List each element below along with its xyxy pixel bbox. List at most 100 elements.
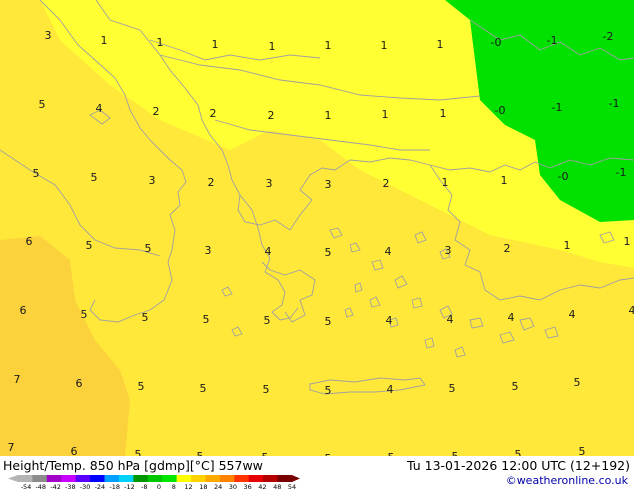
value-label: 3 — [149, 174, 156, 187]
value-label: 5 — [579, 445, 586, 456]
value-label: 6 — [71, 445, 78, 456]
footer-bar: Height/Temp. 850 hPa [gdmp][°C] 557ww Tu… — [0, 456, 634, 490]
value-label: 4 — [96, 102, 103, 115]
scale-tick-label: 48 — [273, 483, 281, 490]
value-label: 3 — [205, 244, 212, 257]
value-label: 2 — [383, 177, 390, 190]
value-label: 5 — [515, 448, 522, 456]
scale-swatch — [219, 475, 235, 482]
value-label: 2 — [268, 109, 275, 122]
value-label: 1 — [325, 109, 332, 122]
value-label: 1 — [564, 239, 571, 252]
scale-tick-labels: -54 -48 -42 -38 -30 -24 -18 -12 -8 0 8 12 18 24 30 36 42… — [21, 483, 296, 490]
weather-map: 3 1 1 1 1 1 1 1 -0 -1 -2 5 4 2 2 2 1 1 1 -0 -1 -1 5 5 3 2 3 3 2 1 1 -0 -… — [0, 0, 634, 456]
value-label: 1 — [437, 38, 444, 51]
value-label: -2 — [603, 30, 614, 43]
scale-swatches — [8, 475, 300, 482]
value-label: 1 — [381, 39, 388, 52]
value-label: 1 — [624, 235, 631, 248]
scale-tick-label: -30 — [80, 483, 91, 490]
value-label: 4 — [508, 311, 515, 324]
value-label: -1 — [552, 101, 563, 114]
value-label: 5 — [325, 384, 332, 397]
value-label: 5 — [264, 314, 271, 327]
scale-swatch — [18, 475, 33, 482]
map-title: Height/Temp. 850 hPa [gdmp][°C] 557ww — [3, 458, 263, 473]
value-label: 5 — [263, 383, 270, 396]
value-label: 4 — [629, 304, 634, 317]
scale-tick-label: -18 — [109, 483, 120, 490]
value-label: -1 — [609, 97, 620, 110]
value-label: 5 — [39, 98, 46, 111]
value-label: 1 — [101, 34, 108, 47]
scale-swatch — [46, 475, 62, 482]
scale-swatch — [248, 475, 264, 482]
scale-tick-label: -38 — [65, 483, 76, 490]
value-label: -1 — [616, 166, 627, 179]
value-label: 4 — [447, 313, 454, 326]
value-label: 4 — [569, 308, 576, 321]
scale-swatch — [234, 475, 250, 482]
value-label: 1 — [325, 39, 332, 52]
scale-swatch — [277, 475, 293, 482]
value-label: 2 — [208, 176, 215, 189]
value-label: 1 — [382, 108, 389, 121]
value-label: 7 — [8, 441, 15, 454]
scale-tick-label: -54 — [21, 483, 32, 490]
value-label: 6 — [76, 377, 83, 390]
color-scale-bar: -54 -48 -42 -38 -30 -24 -18 -12 -8 0 8 12 18 24 30 36 42… — [8, 475, 300, 490]
scale-tick-label: 54 — [288, 483, 296, 490]
scale-tick-label: -24 — [95, 483, 106, 490]
scale-tick-label: 0 — [157, 483, 161, 490]
value-label: 1 — [440, 107, 447, 120]
value-label: 4 — [386, 314, 393, 327]
value-label: 5 — [449, 382, 456, 395]
scale-swatch — [133, 475, 149, 482]
site-credit[interactable]: ©weatheronline.co.uk — [506, 474, 628, 487]
scale-tick-label: -8 — [141, 483, 147, 490]
value-label: 3 — [266, 177, 273, 190]
scale-tick-label: -48 — [35, 483, 46, 490]
value-label: -0 — [558, 170, 569, 183]
scale-tick-label: -42 — [50, 483, 61, 490]
scale-arrow-left — [8, 475, 18, 482]
scale-swatch — [32, 475, 48, 482]
scale-swatch — [176, 475, 192, 482]
value-label: 1 — [212, 38, 219, 51]
value-label: 3 — [45, 29, 52, 42]
scale-swatch — [263, 475, 279, 482]
value-label: -1 — [547, 34, 558, 47]
value-label: 4 — [265, 245, 272, 258]
scale-tick-label: 12 — [184, 483, 192, 490]
value-label: 6 — [20, 304, 27, 317]
value-label: 2 — [210, 107, 217, 120]
value-label: -0 — [495, 104, 506, 117]
value-label: 3 — [445, 244, 452, 257]
scale-swatch — [118, 475, 134, 482]
scale-tick-label: 18 — [199, 483, 207, 490]
value-label: 1 — [442, 176, 449, 189]
value-label: 4 — [385, 245, 392, 258]
value-label: 5 — [145, 242, 152, 255]
scale-tick-label: 30 — [229, 483, 237, 490]
map-canvas: 3 1 1 1 1 1 1 1 -0 -1 -2 5 4 2 2 2 1 1 1 -0 -1 -1 5 5 3 2 3 3 2 1 1 -0 -… — [0, 0, 634, 456]
value-label: 7 — [14, 373, 21, 386]
temperature-fields — [0, 0, 634, 456]
value-label: 5 — [203, 313, 210, 326]
value-label: 5 — [574, 376, 581, 389]
scale-swatch — [75, 475, 91, 482]
scale-arrow-right — [292, 475, 300, 482]
value-label: 3 — [325, 178, 332, 191]
scale-tick-label: 24 — [214, 483, 222, 490]
scale-swatch — [147, 475, 163, 482]
value-label: 5 — [142, 311, 149, 324]
scale-swatch — [191, 475, 206, 482]
scale-swatch — [61, 475, 77, 482]
scale-tick-label: 42 — [258, 483, 266, 490]
value-label: 5 — [86, 239, 93, 252]
scale-swatch — [162, 475, 178, 482]
value-label: 5 — [33, 167, 40, 180]
value-label: 5 — [135, 448, 142, 456]
value-label: 2 — [504, 242, 511, 255]
value-label: -0 — [491, 36, 502, 49]
